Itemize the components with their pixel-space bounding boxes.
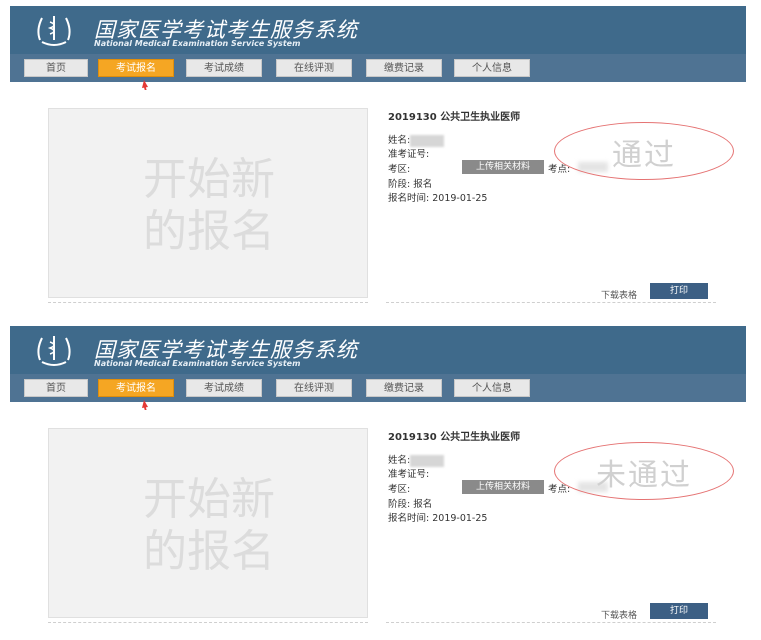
medical-emblem-icon [37, 16, 71, 46]
nav-bar: 首页 考试报名 考试成绩 在线评测 缴费记录 个人信息 [10, 374, 746, 402]
divider [48, 302, 368, 303]
tab-exam-scores[interactable]: 考试成绩 [186, 379, 262, 397]
name-row: 姓名: [388, 132, 445, 147]
time-row: 报名时间: 2019-01-25 [388, 193, 488, 204]
time-row: 报名时间: 2019-01-25 [388, 513, 488, 524]
system-subtitle: National Medical Examination Service Sys… [94, 39, 301, 48]
tab-exam-registration[interactable]: 考试报名 [98, 59, 174, 77]
upload-materials-button[interactable]: 上传相关材料 [462, 480, 544, 494]
new-registration-text: 开始新 的报名 [143, 474, 275, 577]
registration-panel-passed: 国家医学考试考生服务系统 National Medical Examinatio… [10, 6, 746, 306]
download-form-link[interactable]: 下载表格 [601, 608, 637, 621]
area-row: 考区: [388, 164, 411, 175]
ticket-row: 准考证号: [388, 149, 430, 160]
divider [386, 302, 716, 303]
print-button[interactable]: 打印 [650, 603, 708, 619]
tab-payment-records[interactable]: 缴费记录 [366, 379, 442, 397]
download-form-link[interactable]: 下载表格 [601, 288, 637, 301]
tab-online-assessment[interactable]: 在线评测 [276, 379, 352, 397]
tab-home[interactable]: 首页 [24, 379, 88, 397]
area-row: 考区: [388, 484, 411, 495]
stage-row: 阶段: 报名 [388, 499, 433, 510]
tab-exam-scores[interactable]: 考试成绩 [186, 59, 262, 77]
name-row: 姓名: [388, 452, 445, 467]
redacted-name [410, 454, 445, 467]
print-button[interactable]: 打印 [650, 283, 708, 299]
tab-payment-records[interactable]: 缴费记录 [366, 59, 442, 77]
new-registration-text: 开始新 的报名 [143, 154, 275, 257]
upload-materials-button[interactable]: 上传相关材料 [462, 160, 544, 174]
medical-emblem-icon [37, 336, 71, 366]
stage-row: 阶段: 报名 [388, 179, 433, 190]
new-registration-card[interactable]: 开始新 的报名 [48, 428, 368, 618]
status-badge: 未通过 [596, 458, 692, 493]
divider [48, 622, 368, 623]
registration-panel-failed: 国家医学考试考生服务系统 National Medical Examinatio… [10, 326, 746, 626]
header-bar: 国家医学考试考生服务系统 National Medical Examinatio… [10, 326, 746, 374]
tab-exam-registration[interactable]: 考试报名 [98, 379, 174, 397]
ticket-row: 准考证号: [388, 469, 430, 480]
tab-home[interactable]: 首页 [24, 59, 88, 77]
redacted-name [410, 134, 445, 147]
exam-title: 2019130 公共卫生执业医师 [388, 432, 521, 443]
nav-bar: 首页 考试报名 考试成绩 在线评测 缴费记录 个人信息 [10, 54, 746, 82]
status-badge: 通过 [612, 138, 676, 173]
tab-personal-info[interactable]: 个人信息 [454, 59, 530, 77]
system-subtitle: National Medical Examination Service Sys… [94, 359, 301, 368]
tab-personal-info[interactable]: 个人信息 [454, 379, 530, 397]
tab-online-assessment[interactable]: 在线评测 [276, 59, 352, 77]
divider [386, 622, 716, 623]
exam-title: 2019130 公共卫生执业医师 [388, 112, 521, 123]
content-area: 开始新 的报名 2019130 公共卫生执业医师 姓名: 准考证号: 考区: 上… [26, 410, 746, 626]
content-area: 开始新 的报名 2019130 公共卫生执业医师 姓名: 准考证号: 考区: 上… [26, 90, 746, 306]
header-bar: 国家医学考试考生服务系统 National Medical Examinatio… [10, 6, 746, 54]
new-registration-card[interactable]: 开始新 的报名 [48, 108, 368, 298]
